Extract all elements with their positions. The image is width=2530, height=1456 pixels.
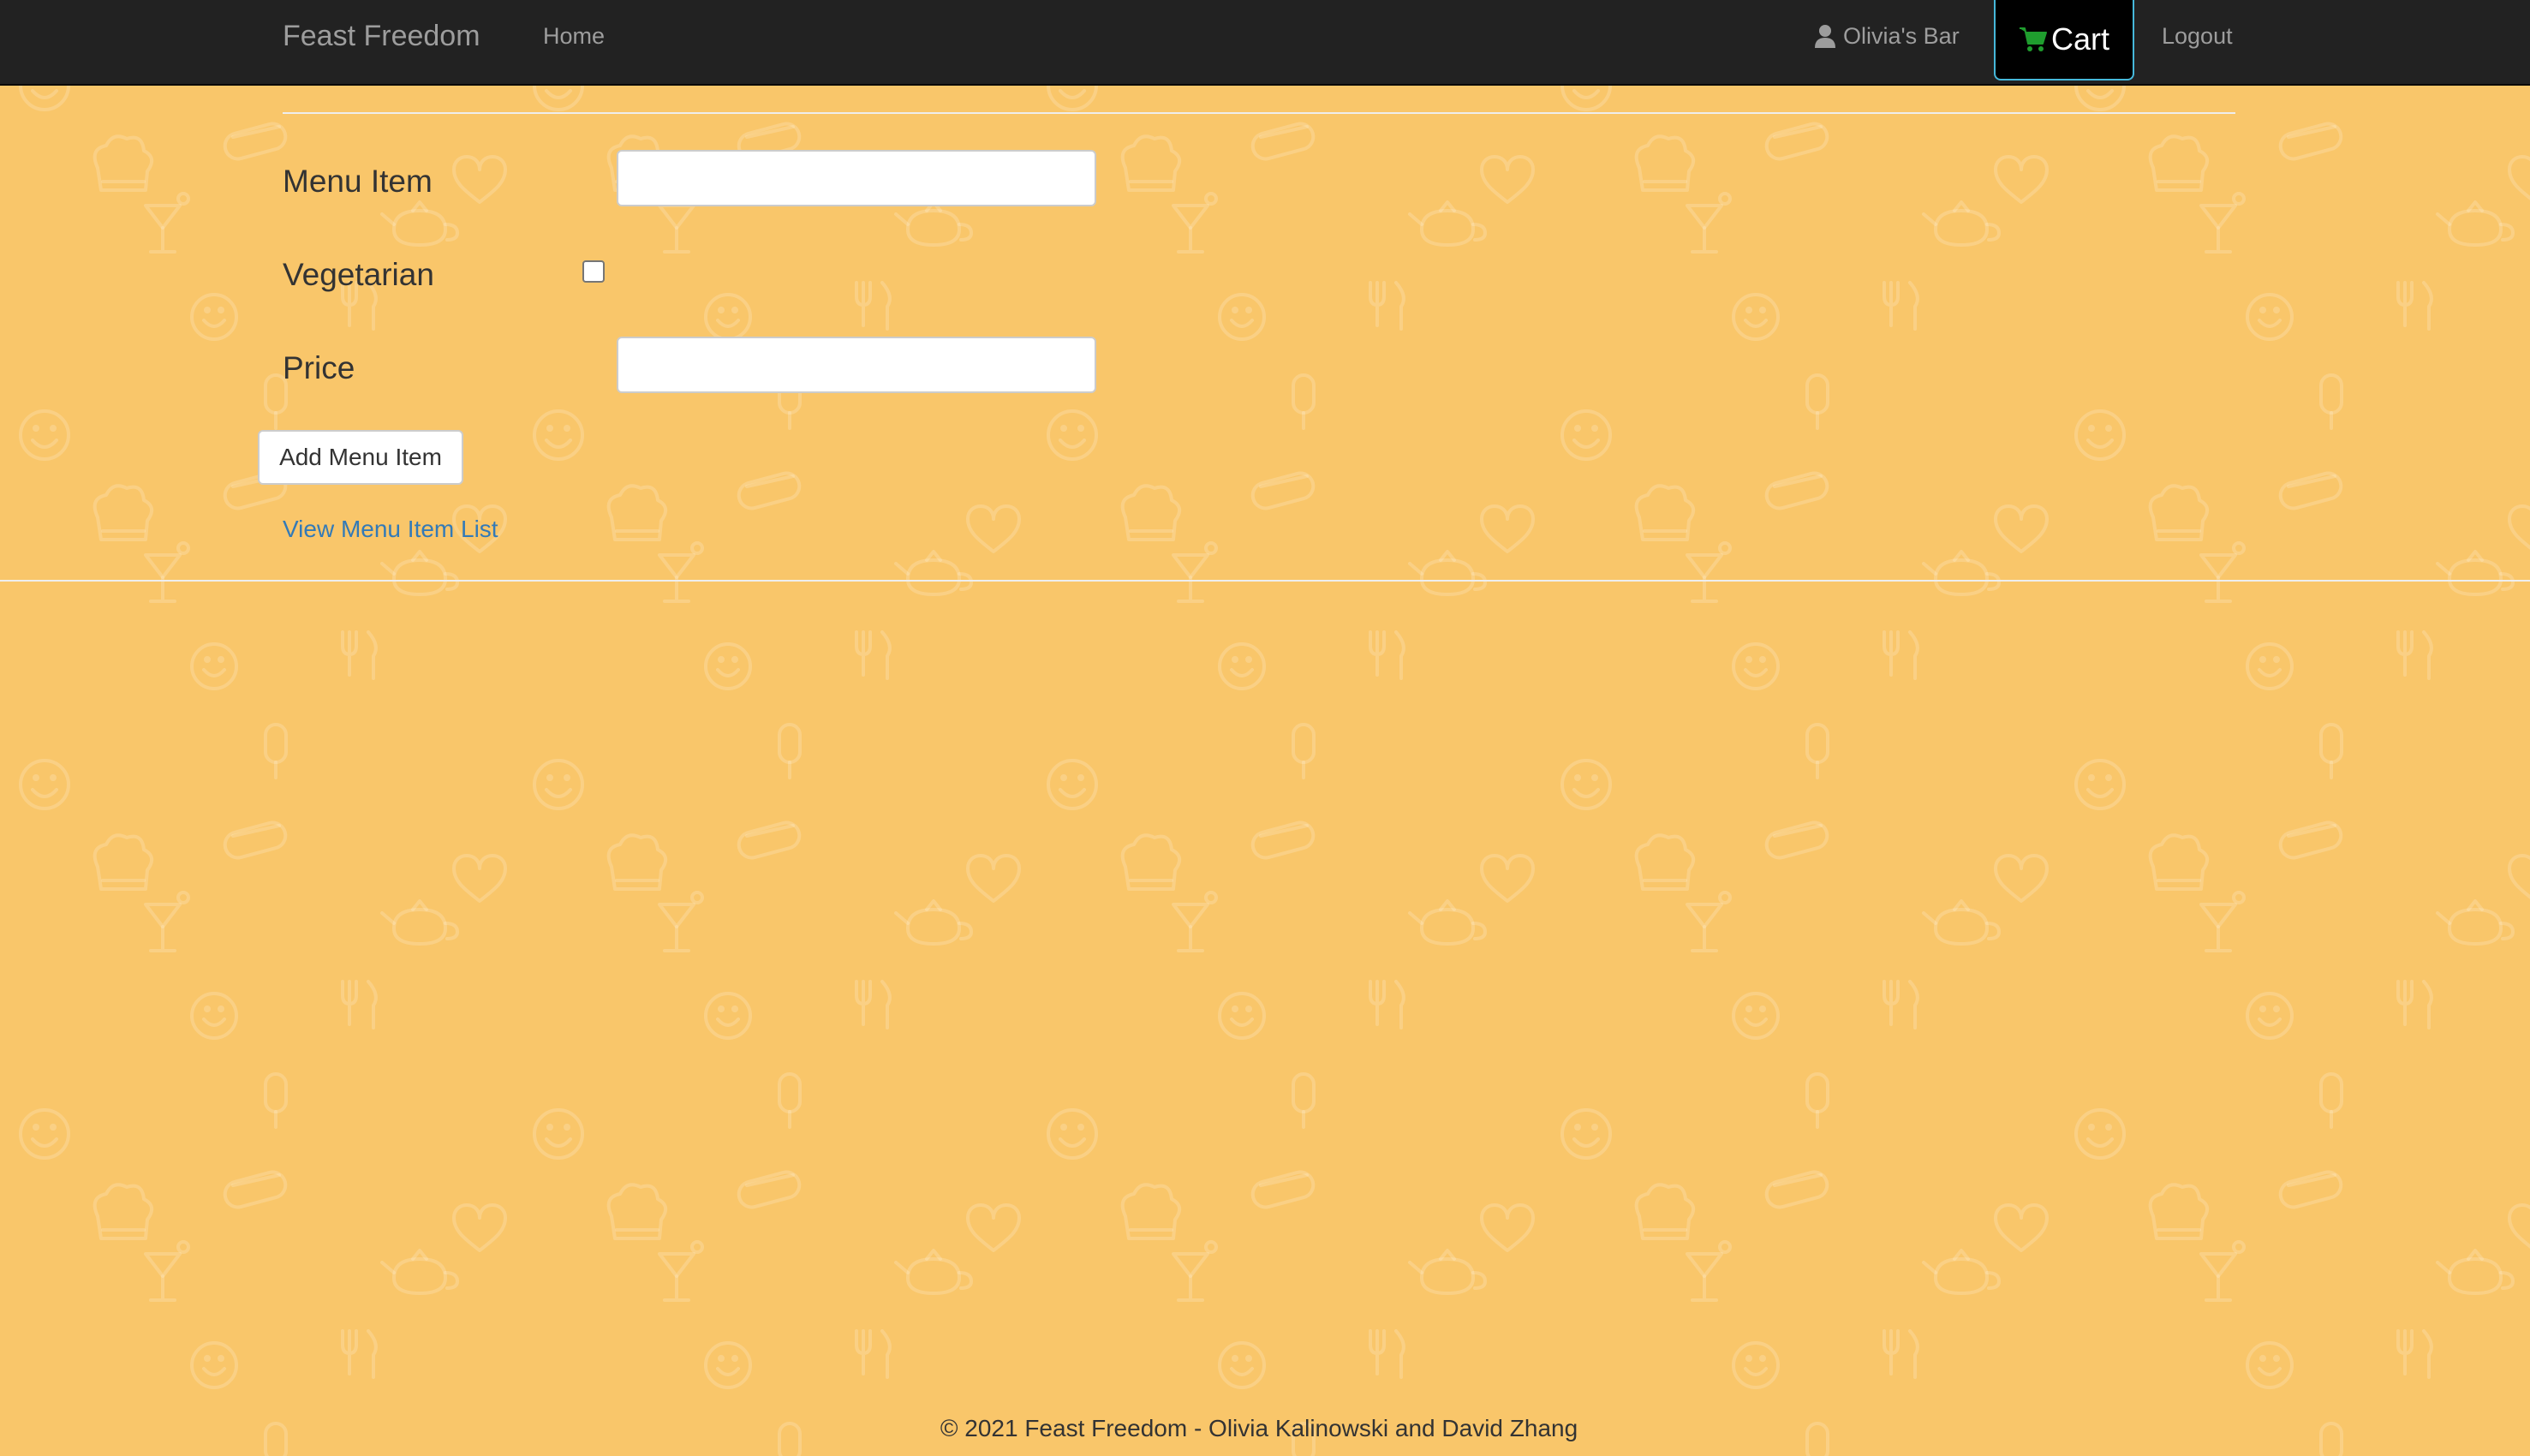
footer-copyright: © 2021 Feast Freedom - Olivia Kalinowski… xyxy=(940,1415,1578,1441)
user-icon xyxy=(1814,24,1836,48)
price-input[interactable] xyxy=(617,337,1096,393)
cart-button[interactable]: Cart xyxy=(1994,0,2134,81)
menu-item-input[interactable] xyxy=(617,150,1096,206)
header-divider xyxy=(283,112,2235,114)
cart-icon xyxy=(2019,27,2048,52)
nav-user-label: Olivia's Bar xyxy=(1843,23,1960,49)
cart-label: Cart xyxy=(2050,21,2109,57)
top-navbar: Feast Freedom Home Olivia's Bar Cart Log… xyxy=(0,0,2530,86)
vegetarian-label: Vegetarian xyxy=(283,257,434,292)
price-label: Price xyxy=(283,350,355,385)
add-menu-item-button[interactable]: Add Menu Item xyxy=(258,430,463,485)
logout-link[interactable]: Logout xyxy=(2162,19,2233,53)
nav-user-link[interactable]: Olivia's Bar xyxy=(1814,19,1960,53)
food-pattern-background xyxy=(0,0,2530,1456)
section-divider xyxy=(0,580,2530,582)
brand-link[interactable]: Feast Freedom xyxy=(283,15,480,57)
menu-item-label: Menu Item xyxy=(283,164,433,199)
nav-home-link[interactable]: Home xyxy=(543,19,605,53)
vegetarian-checkbox[interactable] xyxy=(582,260,605,283)
view-menu-item-list-link[interactable]: View Menu Item List xyxy=(283,512,498,546)
